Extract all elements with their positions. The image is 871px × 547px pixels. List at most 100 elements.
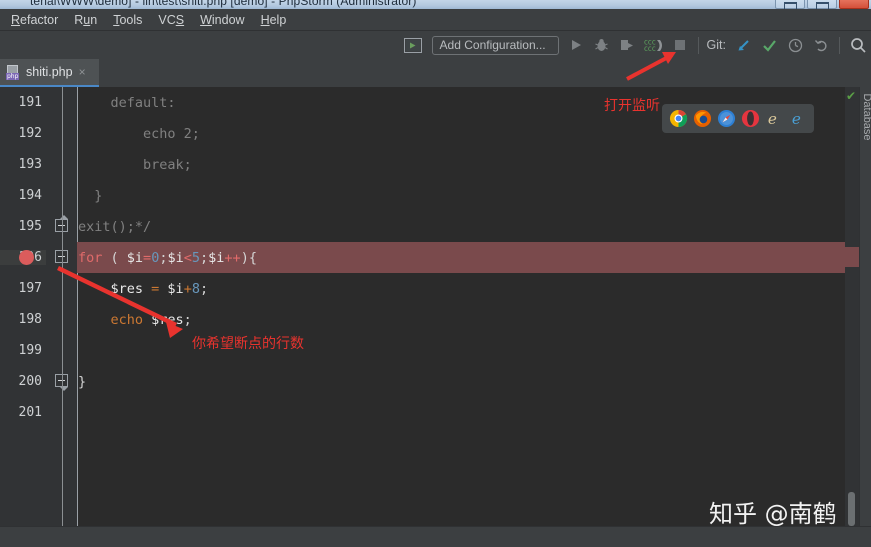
- green-check-icon: ✔: [846, 90, 856, 102]
- code-text[interactable]: $res = $i+8;: [77, 273, 845, 304]
- right-tool-window-bar: Database: [859, 87, 871, 526]
- run-preview-icon[interactable]: [401, 34, 425, 56]
- svg-text:e: e: [791, 110, 800, 128]
- breakpoint-icon[interactable]: [19, 250, 34, 265]
- internet-explorer-icon[interactable]: e: [765, 109, 784, 128]
- menu-item-tools[interactable]: Tools: [105, 11, 150, 29]
- code-line-195[interactable]: 195 exit();*/: [0, 211, 845, 242]
- toolbar-separator-2: [839, 37, 840, 54]
- code-token: ++: [224, 250, 240, 266]
- menu-label-refactor: efactor: [20, 13, 58, 27]
- menu-item-refactor[interactable]: Refactor: [3, 11, 66, 29]
- stop-square-icon[interactable]: [668, 34, 692, 56]
- search-icon[interactable]: [846, 34, 870, 56]
- code-text[interactable]: exit();*/: [77, 211, 845, 242]
- chrome-icon[interactable]: [669, 109, 688, 128]
- menu-bar: Refactor Run Tools VCS Window Help: [0, 9, 871, 31]
- code-line-201[interactable]: 201: [0, 397, 845, 428]
- code-token: =: [143, 250, 151, 266]
- edge-icon[interactable]: e: [789, 109, 808, 128]
- arrow-down-left-icon[interactable]: [731, 34, 755, 56]
- annotation-open-listening: 打开监听: [604, 95, 660, 115]
- menu-item-help[interactable]: Help: [253, 11, 295, 29]
- code-token: $i: [167, 250, 183, 266]
- code-token: ;: [184, 312, 192, 328]
- code-token: ;: [200, 250, 208, 266]
- line-number[interactable]: 198: [0, 312, 46, 327]
- coverage-icon[interactable]: [616, 34, 640, 56]
- clock-icon[interactable]: [783, 34, 807, 56]
- status-bar: [0, 526, 871, 547]
- menu-item-window[interactable]: Window: [192, 11, 252, 29]
- code-token: ;: [159, 250, 167, 266]
- code-editor[interactable]: 191 default:192 echo 2;193 break;194 }19…: [0, 87, 845, 526]
- code-token: exit();*/: [78, 219, 151, 235]
- run-configuration-label: Add Configuration...: [440, 38, 546, 52]
- window-title: tenal\WWW\demo] - lin\test\shiti.php [de…: [30, 0, 416, 8]
- svg-text:CCC: CCC: [644, 45, 656, 53]
- run-configuration-selector[interactable]: Add Configuration...: [432, 36, 559, 55]
- code-line-197[interactable]: 197 $res = $i+8;: [0, 273, 845, 304]
- minimize-button[interactable]: [775, 0, 805, 9]
- line-number[interactable]: 199: [0, 343, 46, 358]
- tool-window-button-database[interactable]: Database: [861, 89, 871, 145]
- main-toolbar: Add Configuration... CCC C: [0, 31, 871, 60]
- line-number[interactable]: 195: [0, 219, 46, 234]
- watermark-text: 知乎 @南鹤: [709, 494, 837, 529]
- code-text[interactable]: echo $res;: [77, 304, 845, 335]
- editor-marker-strip[interactable]: ✔: [845, 87, 859, 526]
- svg-text:e: e: [767, 110, 776, 128]
- error-marker[interactable]: [845, 247, 859, 267]
- code-line-199[interactable]: 199: [0, 335, 845, 366]
- line-number[interactable]: 201: [0, 405, 46, 420]
- code-line-200[interactable]: 200}: [0, 366, 845, 397]
- line-number[interactable]: 197: [0, 281, 46, 296]
- line-number[interactable]: 192: [0, 126, 46, 141]
- menu-item-run[interactable]: Run: [66, 11, 105, 29]
- browser-launch-popup[interactable]: e e: [662, 104, 814, 133]
- safari-icon[interactable]: [717, 109, 736, 128]
- close-button[interactable]: [839, 0, 869, 9]
- code-token: =: [143, 281, 167, 297]
- line-number[interactable]: 200: [0, 374, 46, 389]
- line-number[interactable]: 193: [0, 157, 46, 172]
- opera-icon[interactable]: [741, 109, 760, 128]
- code-line-193[interactable]: 193 break;: [0, 149, 845, 180]
- phpstorm-window: tenal\WWW\demo] - lin\test\shiti.php [de…: [0, 0, 871, 547]
- phone-listen-icon[interactable]: CCC CCC: [642, 34, 666, 56]
- code-text[interactable]: for ( $i=0;$i<5;$i++){: [77, 242, 845, 273]
- code-token: for: [78, 250, 102, 266]
- git-label: Git:: [707, 38, 726, 52]
- firefox-icon[interactable]: [693, 109, 712, 128]
- code-token: $res: [78, 281, 143, 297]
- code-token: echo 2;: [78, 126, 200, 142]
- check-icon[interactable]: [757, 34, 781, 56]
- code-line-194[interactable]: 194 }: [0, 180, 845, 211]
- code-line-198[interactable]: 198 echo $res;: [0, 304, 845, 335]
- code-token: 0: [151, 250, 159, 266]
- code-token: }: [78, 188, 102, 204]
- editor-scrollbar-thumb[interactable]: [848, 492, 855, 526]
- close-icon[interactable]: ×: [79, 65, 86, 79]
- tab-shiti-php[interactable]: php shiti.php ×: [0, 59, 99, 87]
- play-icon[interactable]: [564, 34, 588, 56]
- code-text[interactable]: }: [77, 180, 845, 211]
- php-file-icon: php: [6, 65, 21, 80]
- code-token: ){: [241, 250, 257, 266]
- maximize-button[interactable]: [807, 0, 837, 9]
- code-token: 8: [192, 281, 200, 297]
- code-token: (: [102, 250, 126, 266]
- code-line-196[interactable]: 196for ( $i=0;$i<5;$i++){: [0, 242, 845, 273]
- code-token: $i: [167, 281, 183, 297]
- code-text[interactable]: }: [77, 366, 845, 397]
- menu-item-vcs[interactable]: VCS: [150, 11, 192, 29]
- line-number[interactable]: 194: [0, 188, 46, 203]
- line-number[interactable]: 191: [0, 95, 46, 110]
- code-token: +: [184, 281, 192, 297]
- undo-arrow-icon[interactable]: [809, 34, 833, 56]
- code-token: break;: [78, 157, 192, 173]
- code-text[interactable]: [77, 397, 845, 428]
- bug-icon[interactable]: [590, 34, 614, 56]
- code-text[interactable]: break;: [77, 149, 845, 180]
- annotation-breakpoint-line: 你希望断点的行数: [192, 333, 304, 353]
